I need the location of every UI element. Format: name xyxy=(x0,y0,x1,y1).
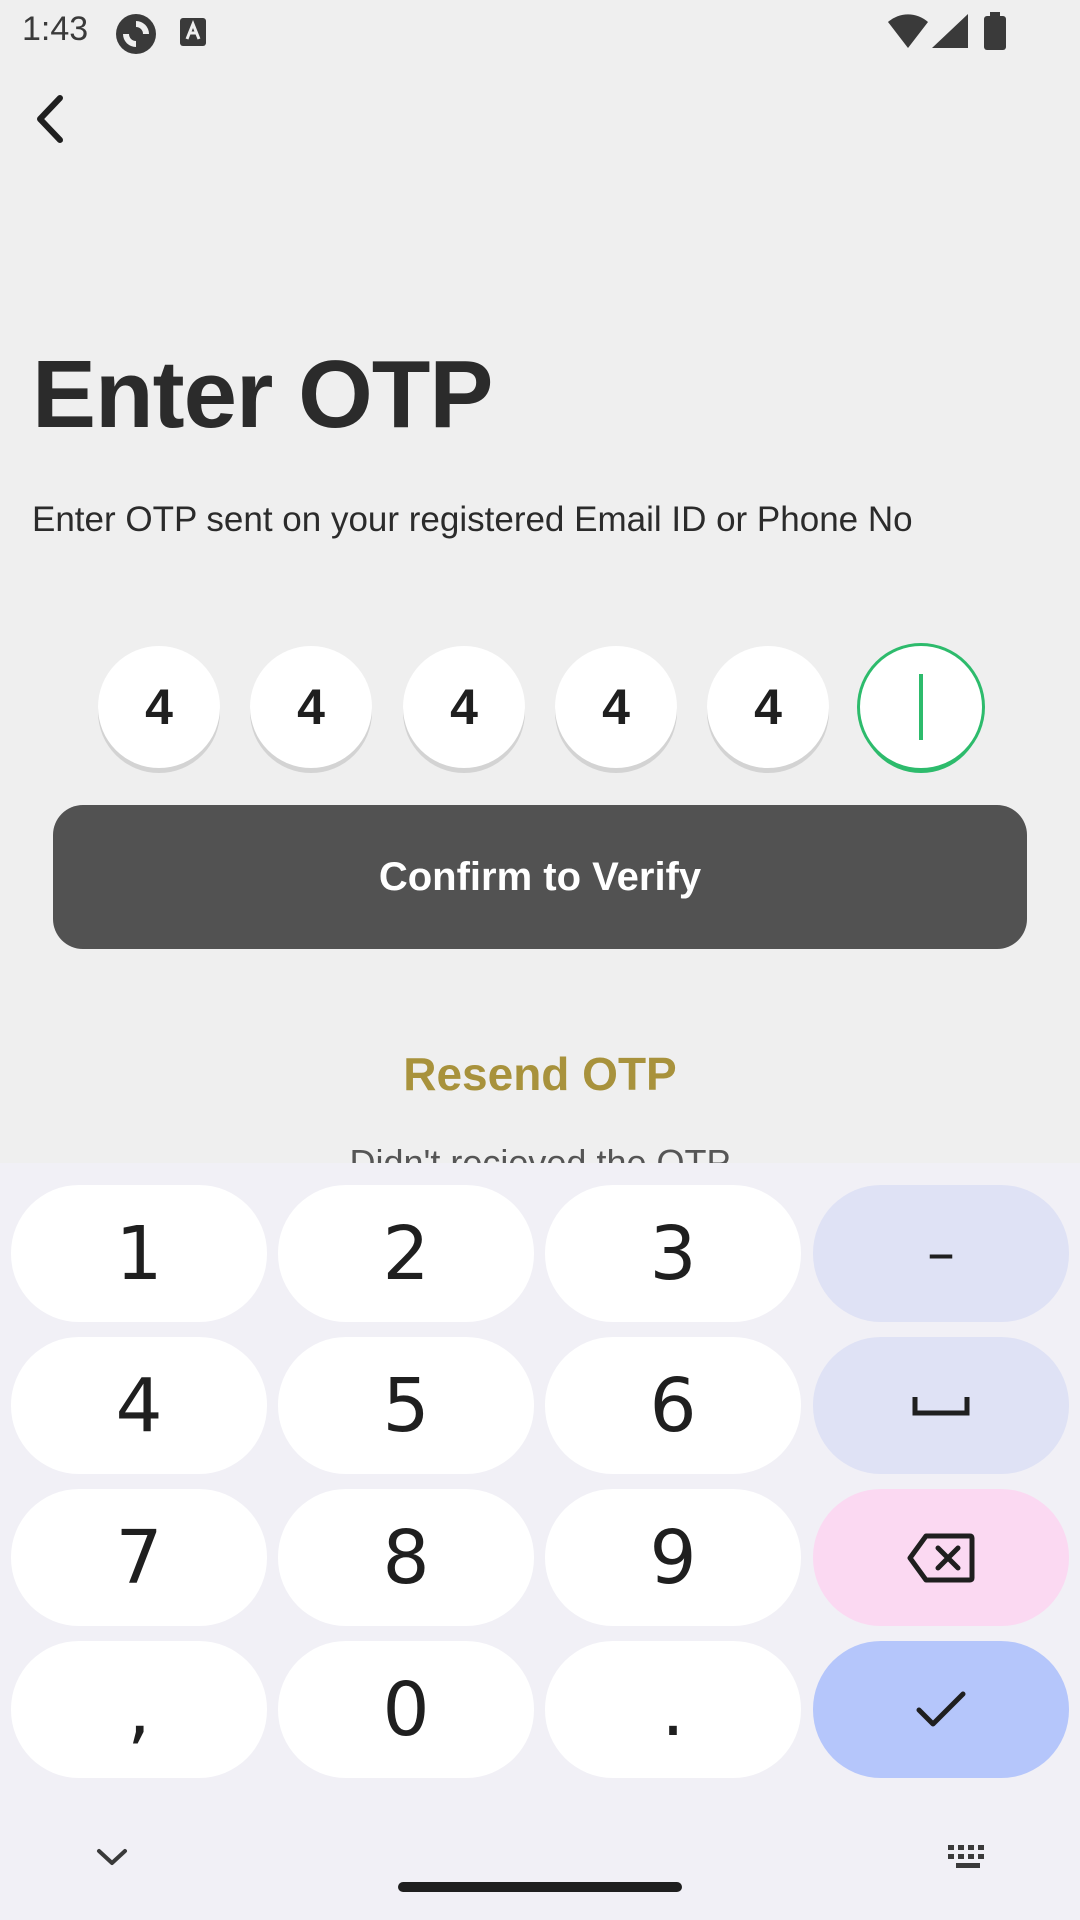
otp-digit-3[interactable]: 4 xyxy=(403,646,525,768)
home-indicator[interactable] xyxy=(398,1882,682,1892)
signal-icon xyxy=(932,14,968,53)
key-0-label: 0 xyxy=(382,1666,430,1753)
key-3[interactable]: 3 xyxy=(545,1185,801,1322)
confirm-verify-button[interactable]: Confirm to Verify xyxy=(53,805,1027,949)
key-1-label: 1 xyxy=(115,1210,163,1297)
key-2-label: 2 xyxy=(382,1210,430,1297)
key-0[interactable]: 0 xyxy=(278,1641,534,1778)
chevron-down-icon xyxy=(97,1849,127,1865)
otp-digit-1[interactable]: 4 xyxy=(98,646,220,768)
key-4[interactable]: 4 xyxy=(11,1337,267,1474)
key-3-label: 3 xyxy=(649,1210,697,1297)
otp-digit-4[interactable]: 4 xyxy=(555,646,677,768)
battery-icon xyxy=(984,12,1006,55)
key-5[interactable]: 5 xyxy=(278,1337,534,1474)
page-title: Enter OTP xyxy=(32,341,493,448)
key-6[interactable]: 6 xyxy=(545,1337,801,1474)
key-7-label: 7 xyxy=(115,1514,163,1601)
key-comma-label: , xyxy=(127,1666,151,1753)
key-period[interactable]: . xyxy=(545,1641,801,1778)
otp-digit-6[interactable] xyxy=(860,646,982,768)
space-icon xyxy=(912,1396,970,1415)
key-4-label: 4 xyxy=(115,1362,163,1449)
key-comma[interactable]: , xyxy=(11,1641,267,1778)
keyboard-icon xyxy=(948,1845,984,1868)
key-9-label: 9 xyxy=(649,1514,697,1601)
status-bar: 1:43 xyxy=(0,0,1080,64)
status-time: 1:43 xyxy=(22,10,89,48)
sync-icon xyxy=(114,12,158,61)
key-7[interactable]: 7 xyxy=(11,1489,267,1626)
key-minus-label: – xyxy=(927,1220,955,1286)
chevron-left-icon xyxy=(37,95,63,143)
key-6-label: 6 xyxy=(649,1362,697,1449)
key-done[interactable] xyxy=(813,1641,1069,1778)
check-icon xyxy=(916,1691,966,1726)
otp-screen: 1:43 Enter OTP Enter OTP sent on your re… xyxy=(0,0,1080,1920)
key-8[interactable]: 8 xyxy=(278,1489,534,1626)
otp-input-group: 4 4 4 4 4 xyxy=(98,646,982,770)
page-subtitle: Enter OTP sent on your registered Email … xyxy=(32,500,913,539)
numeric-keyboard: 1 2 3 – 4 5 6 7 8 9 , 0 . xyxy=(0,1163,1080,1920)
key-9[interactable]: 9 xyxy=(545,1489,801,1626)
hide-keyboard-button[interactable] xyxy=(80,1835,144,1879)
key-1[interactable]: 1 xyxy=(11,1185,267,1322)
text-caret xyxy=(919,674,923,740)
otp-digit-2[interactable]: 4 xyxy=(250,646,372,768)
key-2[interactable]: 2 xyxy=(278,1185,534,1322)
key-backspace[interactable] xyxy=(813,1489,1069,1626)
key-8-label: 8 xyxy=(382,1514,430,1601)
key-5-label: 5 xyxy=(382,1362,430,1449)
key-period-label: . xyxy=(661,1666,685,1753)
key-minus[interactable]: – xyxy=(813,1185,1069,1322)
key-space[interactable] xyxy=(813,1337,1069,1474)
backspace-icon xyxy=(907,1533,975,1582)
back-button[interactable] xyxy=(18,82,82,156)
switch-keyboard-button[interactable] xyxy=(940,1835,996,1879)
font-icon xyxy=(180,18,206,51)
otp-digit-5[interactable]: 4 xyxy=(707,646,829,768)
resend-otp-link[interactable]: Resend OTP xyxy=(0,1047,1080,1101)
wifi-icon xyxy=(888,14,928,53)
